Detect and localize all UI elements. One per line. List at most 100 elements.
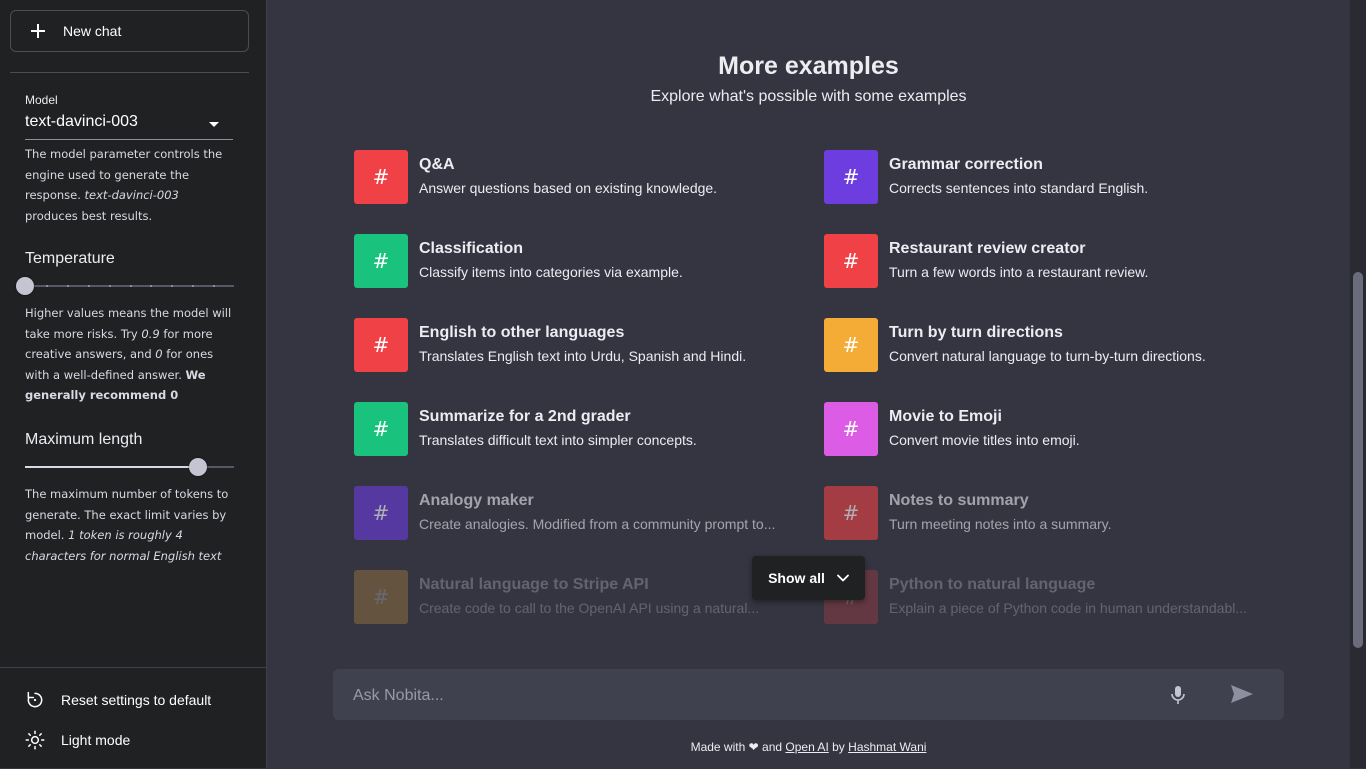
example-title: Analogy maker <box>419 492 534 509</box>
example-card[interactable]: # Grammar correction Corrects sentences in… <box>824 150 1264 204</box>
model-help-code: text-davinci-003 <box>84 188 179 202</box>
model-help-text: The model parameter controls the engine … <box>25 144 235 226</box>
reset-icon <box>27 691 43 708</box>
example-title: Natural language to Stripe API <box>419 576 649 593</box>
page-title: More examples <box>718 52 899 80</box>
example-card[interactable]: # Analogy maker Create analogies. Modified… <box>354 486 794 540</box>
example-title: Restaurant review creator <box>889 240 1086 257</box>
example-title: Notes to summary <box>889 492 1029 509</box>
slider-fill <box>25 466 199 468</box>
hash-glyph: # <box>842 417 860 441</box>
example-title: English to other languages <box>419 324 625 341</box>
hash-icon: # <box>354 150 408 204</box>
temperature-help-text: Higher values means the model will take … <box>25 303 235 406</box>
main-content: More examples Explore what's possible wi… <box>267 0 1350 768</box>
temperature-label: Temperature <box>25 250 115 267</box>
hash-glyph: # <box>372 165 390 189</box>
hash-icon: # <box>824 486 878 540</box>
example-description: Explain a piece of Python code in human … <box>889 600 1248 616</box>
slider-tick <box>192 285 195 287</box>
slider-tick <box>213 285 216 287</box>
temperature-slider[interactable] <box>16 276 234 296</box>
slider-tick <box>129 285 132 287</box>
microphone-icon[interactable] <box>1169 685 1187 705</box>
show-all-label: Show all <box>768 570 825 586</box>
slider-thumb[interactable] <box>189 458 208 476</box>
send-icon[interactable] <box>1230 684 1254 704</box>
example-card[interactable]: #Python to natural languageExplain a pie… <box>824 570 1264 624</box>
model-select[interactable]: text-davinci-003 <box>25 113 233 140</box>
temp-help-d: 0 <box>155 347 163 361</box>
hash-glyph: # <box>372 585 390 609</box>
example-card[interactable]: # Classification Classify items into categ… <box>354 234 794 288</box>
hash-glyph: # <box>372 501 390 525</box>
example-card[interactable]: # Turn by turn directions Convert natural … <box>824 318 1264 372</box>
model-help-line2: produces best results. <box>25 208 153 223</box>
example-description: Convert movie titles into emoji. <box>889 432 1080 448</box>
example-card[interactable]: # Restaurant review creator Turn a few wor… <box>824 234 1264 288</box>
sidebar-bottom: Reset settings to default Light mode <box>0 667 267 769</box>
light-mode-label: Light mode <box>61 732 131 748</box>
openai-link[interactable]: Open AI <box>785 740 828 754</box>
hash-icon: # <box>354 486 408 540</box>
slider-tick <box>171 285 174 287</box>
example-card[interactable]: # Natural language to Stripe API Create co… <box>354 570 794 624</box>
plus-icon <box>29 22 47 40</box>
chevron-down-icon <box>836 574 849 582</box>
chat-input-box <box>333 669 1284 722</box>
hash-icon: # <box>824 150 878 204</box>
example-description: Answer questions based on existing knowl… <box>419 180 718 196</box>
light-mode-button[interactable]: Light mode <box>25 730 130 750</box>
hash-icon: # <box>824 402 878 456</box>
example-description: Create analogies. Modified from a commun… <box>419 516 776 532</box>
caret-down-icon <box>209 122 219 127</box>
example-description: Create code to call to the OpenAI API us… <box>419 600 760 616</box>
scrollbar-thumb[interactable] <box>1353 272 1363 648</box>
example-description: Translates English text into Urdu, Spani… <box>419 348 747 364</box>
footer-made-with: Made with <box>690 740 746 754</box>
example-card[interactable]: # Q&A Answer questions based on existing k… <box>354 150 794 204</box>
new-chat-label: New chat <box>63 23 122 39</box>
example-description: Corrects sentences into standard English… <box>889 180 1149 196</box>
example-title: Summarize for a 2nd grader <box>419 408 631 425</box>
sidebar: New chat Model text-davinci-003 The mode… <box>0 0 267 768</box>
slider-tick <box>108 285 111 287</box>
example-description: Turn meeting notes into a summary. <box>889 516 1112 532</box>
hash-glyph: # <box>372 417 390 441</box>
reset-settings-label: Reset settings to default <box>61 692 212 708</box>
hash-glyph: # <box>842 333 860 357</box>
example-card[interactable]: # Notes to summary Turn meeting notes into… <box>824 486 1264 540</box>
sun-icon <box>25 730 45 750</box>
example-title: Python to natural language <box>889 576 1096 593</box>
show-all-button[interactable]: Show all <box>752 556 865 600</box>
model-label: Model <box>25 93 58 107</box>
reset-settings-button[interactable]: Reset settings to default <box>25 690 211 710</box>
hash-glyph: # <box>372 249 390 273</box>
slider-tick <box>150 285 153 287</box>
example-card[interactable]: # English to other languages Translates En… <box>354 318 794 372</box>
new-chat-button[interactable]: New chat <box>10 10 249 52</box>
footer-and: and <box>762 740 783 754</box>
hash-glyph: # <box>842 249 860 273</box>
hash-glyph: # <box>842 165 860 189</box>
example-description: Classify items into categories via examp… <box>419 264 683 280</box>
example-description: Convert natural language to turn-by-turn… <box>889 348 1206 364</box>
hash-icon: # <box>354 570 408 624</box>
slider-tick <box>87 285 90 287</box>
hash-icon: # <box>354 318 408 372</box>
example-title: Turn by turn directions <box>889 324 1063 341</box>
max-length-slider[interactable] <box>25 457 234 477</box>
slider-tick <box>66 285 69 287</box>
divider <box>10 72 249 73</box>
example-card[interactable]: # Movie to Emoji Convert movie titles into… <box>824 402 1264 456</box>
hash-glyph: # <box>842 501 860 525</box>
slider-thumb[interactable] <box>16 277 34 295</box>
model-selected-value: text-davinci-003 <box>25 113 138 130</box>
scrollbar[interactable] <box>1350 0 1366 768</box>
footer-by: by <box>832 740 845 754</box>
author-link[interactable]: Hashmat Wani <box>848 740 926 754</box>
chat-input[interactable] <box>351 669 1135 722</box>
max-length-help-text: The maximum number of tokens to generate… <box>25 484 235 566</box>
example-card[interactable]: # Summarize for a 2nd grader Translates di… <box>354 402 794 456</box>
example-title: Classification <box>419 240 524 257</box>
